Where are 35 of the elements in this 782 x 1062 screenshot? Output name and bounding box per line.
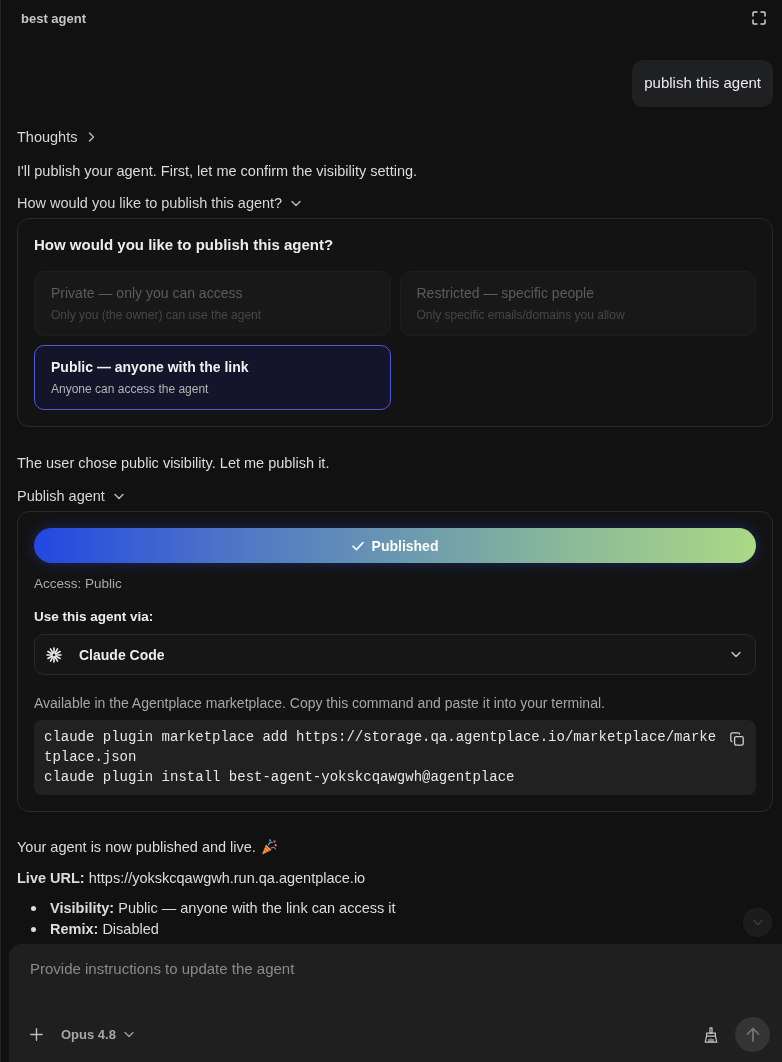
sparkle-icon (46, 646, 62, 663)
client-dropdown[interactable]: Claude Code (34, 634, 756, 675)
section-toggle[interactable]: How would you like to publish this agent? (17, 193, 302, 213)
plus-icon[interactable] (30, 1028, 43, 1041)
visibility-option[interactable]: Public — anyone with the link Anyone can access the agent (34, 345, 391, 410)
message-input[interactable]: Provide instructions to update the agent (30, 959, 770, 1017)
bullet-icon (31, 927, 36, 932)
send-button[interactable] (735, 1017, 770, 1052)
party-popper-icon (260, 839, 277, 855)
section-toggle[interactable]: Publish agent (17, 486, 124, 506)
section-toggle[interactable]: Thoughts (17, 127, 96, 147)
broom-icon[interactable] (704, 1026, 718, 1043)
list-item-text: Remix: Disabled (50, 920, 159, 939)
chevron-down-icon (752, 919, 763, 926)
chevron-down-icon (731, 651, 741, 658)
message-composer[interactable]: Provide instructions to update the agent Opus 4.8 (9, 944, 782, 1062)
use-via-label: Use this agent via: (34, 608, 155, 626)
copy-icon[interactable] (730, 732, 744, 746)
instructions-text: Available in the Agentplace marketplace. Copy this command and paste it into your terminal. (34, 694, 606, 713)
question-title: How would you like to publish this agent? (34, 235, 335, 255)
message-text: The user chose public visibility. Let me publish it. (17, 454, 331, 473)
code-line: claude plugin install best-agent-yokskcqawgwh@agentplace (44, 768, 516, 787)
check-icon (351, 540, 364, 551)
message-text: I'll publish your agent. First, let me confirm the visibility setting. (17, 162, 419, 181)
user-message: publish this agent (632, 60, 773, 107)
expand-icon[interactable] (752, 11, 766, 25)
chevron-down-icon (123, 1031, 134, 1038)
message-text: Your agent is now published and live. (17, 838, 256, 857)
access-text: Access: Public (34, 575, 123, 593)
arrow-up-icon (745, 1027, 760, 1042)
chat-title: best agent (21, 10, 86, 26)
model-select[interactable]: Opus 4.8 (61, 1027, 134, 1042)
live-url-text: Live URL: https://yokskcqawgwh.run.qa.agentplace.io (17, 869, 367, 888)
bullet-icon (31, 906, 36, 911)
list-item-text: Visibility: Public — anyone with the link can access it (50, 899, 396, 918)
